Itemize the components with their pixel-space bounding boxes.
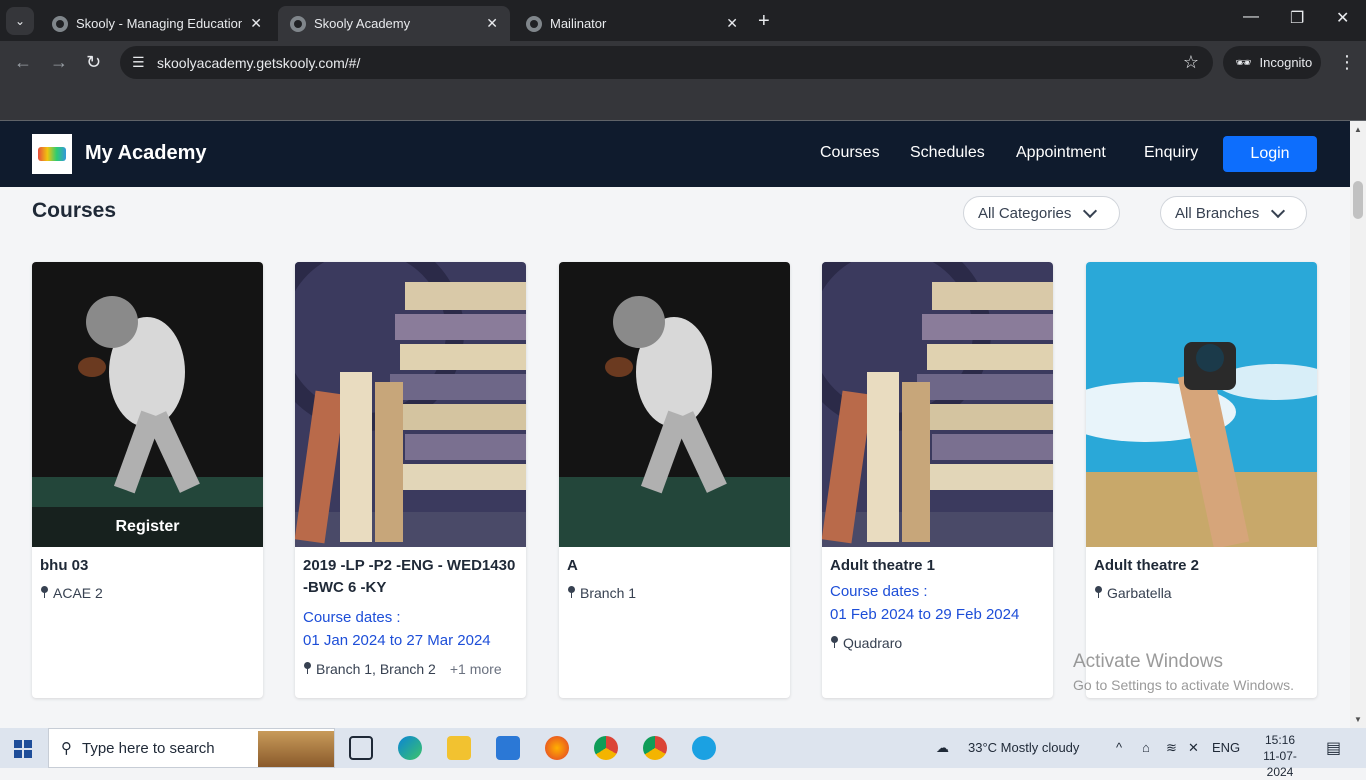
search-highlight-art	[258, 731, 334, 767]
location-pin-icon	[830, 636, 839, 650]
register-button[interactable]: Register	[32, 507, 263, 547]
task-view-icon[interactable]	[349, 736, 373, 760]
mail-icon[interactable]	[496, 736, 520, 760]
tab-mailinator[interactable]: Mailinator ✕	[514, 6, 750, 41]
login-button[interactable]: Login	[1223, 136, 1317, 172]
globe-icon	[52, 15, 68, 32]
page-title: Courses	[32, 199, 117, 222]
incognito-icon: 🕶	[1235, 54, 1252, 70]
scroll-thumb[interactable]	[1353, 181, 1363, 219]
clock[interactable]: 15:16 11-07-2024	[1250, 732, 1310, 780]
windows-start-icon[interactable]	[14, 740, 32, 758]
course-image-football[interactable]: Register	[32, 262, 263, 547]
restore-icon[interactable]: ❐	[1290, 8, 1304, 28]
chrome-icon[interactable]	[594, 736, 618, 760]
bookmark-bar	[0, 84, 1366, 121]
course-image-books[interactable]	[295, 262, 526, 547]
site-settings-icon[interactable]: ☰	[132, 54, 145, 71]
course-card[interactable]: A Branch 1	[559, 262, 790, 698]
scroll-down-icon[interactable]: ▼	[1354, 715, 1362, 724]
course-image-football[interactable]	[559, 262, 790, 547]
site-header: My Academy Courses Schedules Appointment…	[0, 121, 1350, 187]
weather-icon[interactable]: ☁	[936, 740, 949, 756]
forward-icon[interactable]: →	[50, 52, 68, 73]
course-title[interactable]: 2019 -LP -P2 -ENG - WED1430 -BWC 6 -KY	[303, 555, 518, 599]
activate-windows-hint: Go to Settings to activate Windows.	[1073, 677, 1294, 693]
course-image-camera[interactable]	[1086, 262, 1317, 547]
course-image-books[interactable]	[822, 262, 1053, 547]
scroll-up-icon[interactable]: ▲	[1354, 125, 1362, 134]
nav-appointment[interactable]: Appointment	[1016, 144, 1106, 162]
course-branch: Quadraro	[830, 635, 1045, 651]
branches-dropdown[interactable]: All Branches	[1160, 196, 1307, 230]
tab-skooly-academy[interactable]: Skooly Academy ✕	[278, 6, 510, 41]
notifications-icon[interactable]: ▤	[1326, 738, 1341, 758]
location-pin-icon	[303, 662, 312, 676]
globe-icon	[290, 15, 306, 32]
course-dates-label: Course dates :	[830, 583, 928, 600]
more-branches-link[interactable]: +1 more	[450, 661, 502, 677]
course-title[interactable]: Adult theatre 2	[1094, 555, 1309, 577]
course-branch: Branch 1	[567, 585, 782, 601]
menu-kebab-icon[interactable]: ⋮	[1338, 52, 1356, 73]
address-bar[interactable]: ☰ skoolyacademy.getskooly.com/#/ ☆	[120, 46, 1213, 79]
search-icon: ⚲	[61, 740, 72, 757]
categories-dropdown[interactable]: All Categories	[963, 196, 1120, 230]
firefox-icon[interactable]	[545, 736, 569, 760]
tab-search-icon[interactable]: ⌄	[6, 7, 34, 35]
weather-text[interactable]: 33°C Mostly cloudy	[968, 740, 1079, 755]
tab-skooly-managing[interactable]: Skooly - Managing Educational ✕	[40, 6, 274, 41]
course-dates: 01 Feb 2024 to 29 Feb 2024	[830, 606, 1020, 623]
course-card[interactable]: Adult theatre 2 Garbatella	[1086, 262, 1317, 698]
course-card[interactable]: Adult theatre 1 Course dates : 01 Feb 20…	[822, 262, 1053, 698]
new-tab-icon[interactable]: +	[758, 10, 770, 33]
minimize-icon[interactable]: —	[1243, 8, 1259, 26]
incognito-badge[interactable]: 🕶 Incognito	[1223, 46, 1321, 79]
location-pin-icon	[40, 586, 49, 600]
course-branch: Branch 1, Branch 2 +1 more	[303, 661, 518, 677]
bookmark-star-icon[interactable]: ☆	[1183, 52, 1199, 73]
chevron-down-icon	[1083, 203, 1098, 218]
edge-icon[interactable]	[398, 736, 422, 760]
course-card[interactable]: 2019 -LP -P2 -ENG - WED1430 -BWC 6 -KY C…	[295, 262, 526, 698]
chevron-down-icon	[1271, 203, 1286, 218]
chevron-up-icon[interactable]: ^	[1116, 740, 1122, 755]
chrome-profile-icon[interactable]	[643, 736, 667, 760]
course-title[interactable]: Adult theatre 1	[830, 555, 1045, 577]
brand-title[interactable]: My Academy	[85, 142, 207, 165]
nav-enquiry[interactable]: Enquiry	[1144, 144, 1198, 162]
wifi-icon[interactable]: ≋	[1166, 740, 1177, 756]
browser-tabbar: ⌄ Skooly - Managing Educational ✕ Skooly…	[0, 0, 1366, 41]
activate-windows-title: Activate Windows	[1073, 651, 1223, 672]
close-icon[interactable]: ✕	[726, 15, 738, 32]
nav-courses[interactable]: Courses	[820, 144, 880, 162]
close-window-icon[interactable]: ✕	[1336, 8, 1349, 28]
back-icon[interactable]: ←	[14, 52, 32, 73]
network-icon[interactable]: ⌂	[1142, 740, 1150, 755]
browser-toolbar: ← → ↻ ☰ skoolyacademy.getskooly.com/#/ ☆	[0, 41, 1366, 84]
location-pin-icon	[1094, 586, 1103, 600]
reload-icon[interactable]: ↻	[86, 52, 101, 73]
course-dates-label: Course dates :	[303, 609, 401, 626]
course-dates: 01 Jan 2024 to 27 Mar 2024	[303, 632, 491, 649]
course-branch: ACAE 2	[40, 585, 255, 601]
speaker-mute-icon[interactable]: ✕	[1188, 740, 1199, 756]
windows-taskbar: ⚲ Type here to search ☁ 33°C Mostly clou…	[0, 728, 1366, 779]
globe-icon	[526, 15, 542, 32]
location-pin-icon	[567, 586, 576, 600]
close-icon[interactable]: ✕	[250, 15, 262, 32]
course-card[interactable]: Register bhu 03 ACAE 2	[32, 262, 263, 698]
page-viewport: My Academy Courses Schedules Appointment…	[0, 121, 1350, 728]
academy-logo[interactable]	[32, 134, 72, 174]
file-explorer-icon[interactable]	[447, 736, 471, 760]
course-branch: Garbatella	[1094, 585, 1309, 601]
taskbar-search[interactable]: ⚲ Type here to search	[48, 728, 335, 768]
page-scrollbar[interactable]: ▲ ▼	[1350, 121, 1366, 728]
nav-schedules[interactable]: Schedules	[910, 144, 985, 162]
course-title[interactable]: A	[567, 555, 782, 577]
course-title[interactable]: bhu 03	[40, 555, 255, 577]
close-icon[interactable]: ✕	[486, 15, 498, 32]
skype-icon[interactable]	[692, 736, 716, 760]
language-indicator[interactable]: ENG	[1212, 740, 1240, 755]
